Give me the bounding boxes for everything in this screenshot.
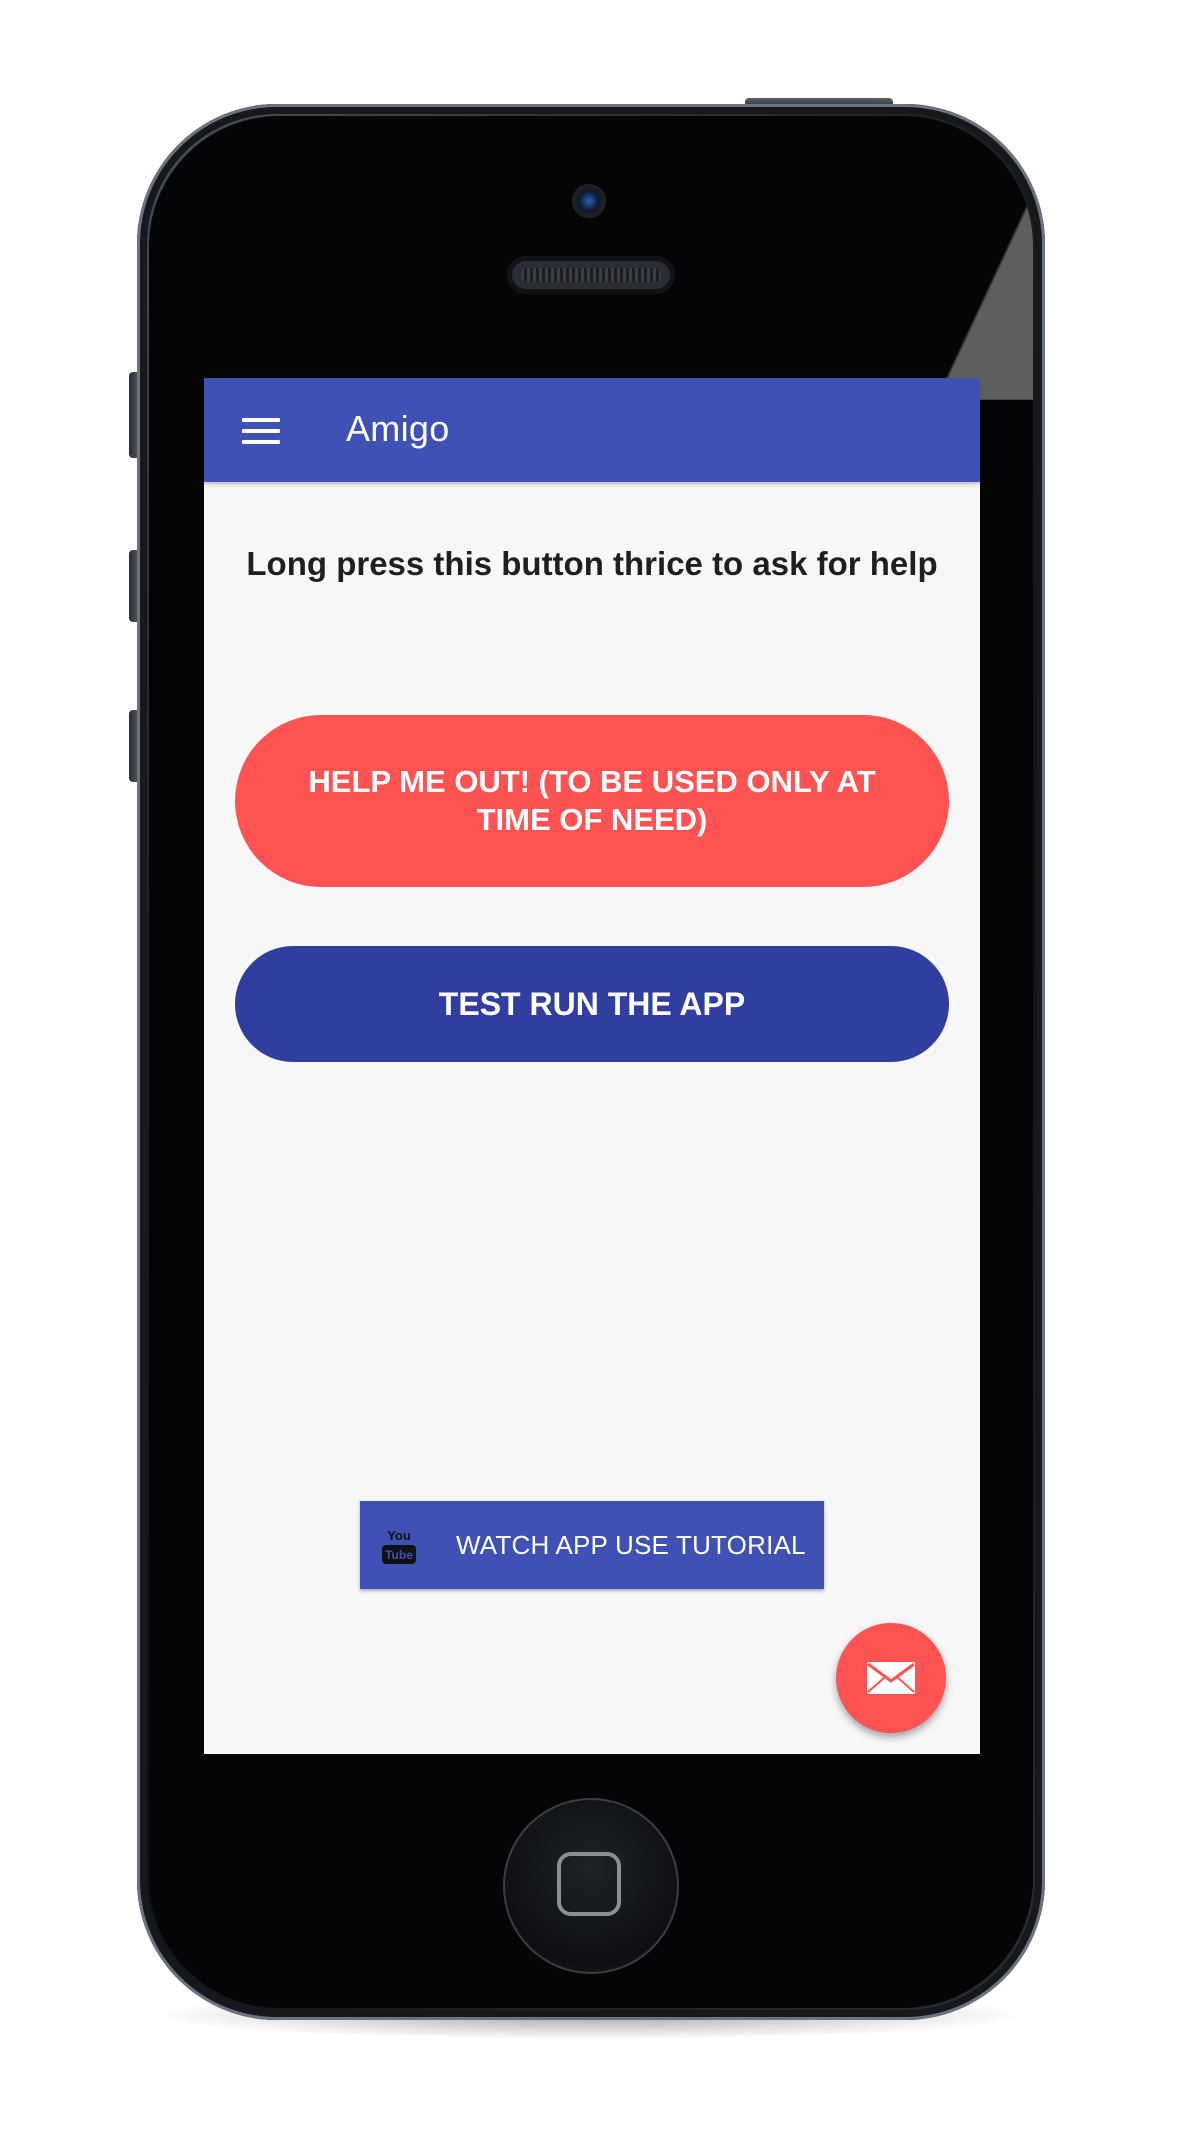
help-instruction-text: Long press this button thrice to ask for… xyxy=(246,545,938,582)
svg-text:You: You xyxy=(387,1528,411,1543)
app-screen: Amigo Long press this button thrice to a… xyxy=(204,378,980,1754)
app-title: Amigo xyxy=(346,408,450,449)
mail-icon xyxy=(867,1662,915,1694)
home-button[interactable] xyxy=(503,1798,679,1974)
hamburger-menu-icon[interactable] xyxy=(242,418,280,444)
home-square-icon xyxy=(557,1852,621,1916)
help-button-label: HELP ME OUT! (TO BE USED ONLY AT TIME OF… xyxy=(308,764,876,837)
youtube-icon: You Tube xyxy=(382,1526,416,1564)
tutorial-button-label: WATCH APP USE TUTORIAL xyxy=(456,1529,806,1560)
test-run-button[interactable]: TEST RUN THE APP xyxy=(235,946,949,1062)
front-camera xyxy=(572,184,606,218)
mail-fab-button[interactable] xyxy=(836,1623,946,1733)
mockup-stage: Amigo Long press this button thrice to a… xyxy=(0,0,1182,2144)
test-button-label: TEST RUN THE APP xyxy=(438,985,746,1022)
svg-text:Tube: Tube xyxy=(385,1548,413,1562)
earpiece-speaker xyxy=(507,256,675,294)
app-bar: Amigo xyxy=(204,378,980,482)
watch-tutorial-button[interactable]: You Tube WATCH APP USE TUTORIAL xyxy=(360,1501,824,1589)
help-me-out-button[interactable]: HELP ME OUT! (TO BE USED ONLY AT TIME OF… xyxy=(235,715,949,887)
